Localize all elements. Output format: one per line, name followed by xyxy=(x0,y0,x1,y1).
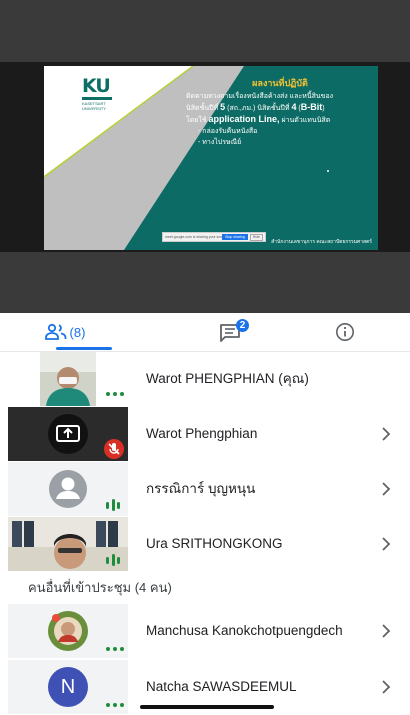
ku-logo-sub: UNIVERSITY xyxy=(82,106,107,111)
participant-name: Ura SRITHONGKONG xyxy=(146,536,283,551)
slide-bullet: - ทางไปรษณีย์ xyxy=(198,139,242,146)
hide-button[interactable]: Hide xyxy=(249,233,263,241)
more-dots-icon[interactable] xyxy=(106,703,124,708)
chevron-right-icon[interactable] xyxy=(376,479,396,499)
slide-line: โดยใช้ application Line, ผ่านตัวแทนนิสิต xyxy=(186,114,331,124)
chevron-right-icon[interactable] xyxy=(376,677,396,697)
muted-mic-icon xyxy=(104,439,124,459)
chevron-right-icon[interactable] xyxy=(376,621,396,641)
participant-row[interactable]: Manchusa Kanokchotpuengdech xyxy=(0,604,410,658)
video-area: KU KASETSART UNIVERSITY ผลงานที่ปฏิบัติ … xyxy=(0,0,410,313)
chat-badge: 2 xyxy=(236,319,249,332)
active-tab-indicator xyxy=(56,347,112,350)
others-section-label: คนอื่นที่เข้าประชุม (4 คน) xyxy=(28,580,172,595)
people-count: (8) xyxy=(69,324,86,340)
slide-content: ผลงานที่ปฏิบัติ ติดตามทวงถามเรื่องหนังสื… xyxy=(186,78,374,148)
slide-line: ติดตามทวงถามเรื่องหนังสือค้างส่ง และหนี้… xyxy=(186,93,334,100)
participant-row[interactable]: Warot PHENGPHIAN (คุณ) xyxy=(0,352,410,406)
camera-feed xyxy=(40,352,96,406)
participant-name: Manchusa Kanokchotpuengdech xyxy=(146,623,343,638)
shared-slide: KU KASETSART UNIVERSITY ผลงานที่ปฏิบัติ … xyxy=(44,66,378,250)
letter-avatar: N xyxy=(48,667,88,707)
tab-info[interactable] xyxy=(280,313,410,351)
participant-row[interactable]: Ura SRITHONGKONG xyxy=(0,517,410,571)
share-bar-text: meet.google.com is sharing your screen. xyxy=(165,235,223,239)
slide-dot xyxy=(327,170,329,172)
slide-line: นิสิตชั้นปีที่ 5 (สถ.,ภม.) นิสิตชั้นปีที… xyxy=(186,102,325,112)
speaking-icon xyxy=(106,553,120,567)
chevron-right-icon[interactable] xyxy=(376,424,396,444)
speaking-icon xyxy=(106,498,120,512)
home-indicator[interactable] xyxy=(140,705,274,709)
slide-bullet: - กล่องรับคืนหนังสือ xyxy=(198,128,258,135)
slide-footer: สำนักงานเลขานุการ คณะสถาปัตยกรรมศาสตร์ xyxy=(271,239,372,245)
people-icon xyxy=(44,323,66,340)
more-dots-icon[interactable] xyxy=(106,647,124,652)
participant-name: Warot PHENGPHIAN (คุณ) xyxy=(146,371,309,386)
participant-name: กรรณิการ์ บุญหนุน xyxy=(146,481,256,496)
slide-title: ผลงานที่ปฏิบัติ xyxy=(252,78,308,88)
participant-row[interactable]: Warot Phengphian xyxy=(0,407,410,461)
screen-share-bar: meet.google.com is sharing your screen. … xyxy=(162,232,266,242)
stop-sharing-button[interactable]: Stop sharing xyxy=(222,234,248,240)
tab-people[interactable]: (8) xyxy=(0,313,130,351)
info-icon xyxy=(336,323,354,341)
chevron-right-icon[interactable] xyxy=(376,534,396,554)
ku-logo-text: KU xyxy=(82,75,111,97)
tab-chat[interactable]: 2 xyxy=(140,313,270,351)
participant-name: Warot Phengphian xyxy=(146,426,258,441)
participant-video xyxy=(40,352,96,406)
participant-row[interactable]: กรรณิการ์ บุญหนุน xyxy=(0,462,410,516)
more-dots-icon[interactable] xyxy=(106,392,124,397)
ku-logo: KU KASETSART UNIVERSITY xyxy=(82,76,116,111)
